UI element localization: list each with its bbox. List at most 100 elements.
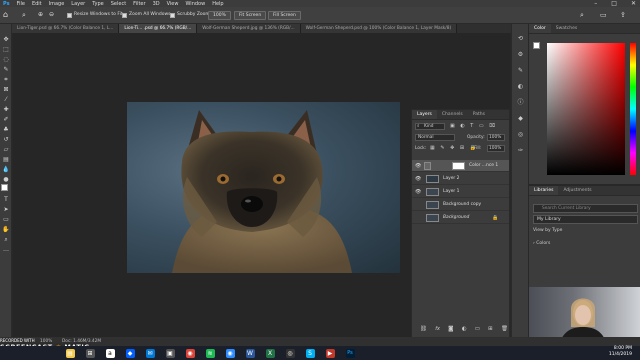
history-icon[interactable]: ⟲ bbox=[516, 34, 525, 43]
layers-panel-icon[interactable]: ◆ bbox=[516, 114, 525, 123]
layer-row-layer-1[interactable]: 👁 Layer 1 bbox=[412, 186, 509, 198]
fill-input[interactable]: 100% bbox=[487, 145, 505, 152]
scrubby-zoom-checkbox[interactable] bbox=[170, 13, 175, 18]
share-icon[interactable]: ⇪ bbox=[620, 11, 626, 19]
mask-icon[interactable]: ◙ bbox=[448, 326, 453, 334]
menu-filter[interactable]: Filter bbox=[133, 1, 145, 7]
workspace-icon[interactable]: ▭ bbox=[600, 11, 607, 19]
info-icon[interactable]: ⓘ bbox=[516, 98, 525, 107]
crop-tool-icon[interactable]: ⌗ bbox=[2, 76, 10, 84]
menu-help[interactable]: Help bbox=[212, 1, 223, 7]
layer-row-color-balance[interactable]: 👁 Color ...nce 1 bbox=[412, 160, 509, 172]
tab-libraries[interactable]: Libraries bbox=[529, 186, 559, 195]
hue-slider[interactable] bbox=[630, 43, 636, 175]
frame-tool-icon[interactable]: ⊠ bbox=[2, 86, 10, 94]
menu-edit[interactable]: Edit bbox=[32, 1, 42, 7]
layer-filter-kind[interactable]: ⌕ Kind bbox=[415, 123, 445, 130]
search-icon[interactable]: ⌕ bbox=[580, 11, 584, 20]
type-tool-icon[interactable]: T bbox=[2, 196, 10, 204]
layer-mask-thumb[interactable] bbox=[452, 162, 465, 170]
visibility-eye-icon[interactable]: 👁 bbox=[415, 199, 421, 211]
taskbar-media-icon[interactable]: ▶ bbox=[325, 348, 335, 358]
menu-image[interactable]: Image bbox=[49, 1, 65, 7]
taskbar-chrome-icon[interactable]: ◉ bbox=[185, 348, 195, 358]
properties-icon[interactable]: ⚙ bbox=[516, 50, 525, 59]
adjustment-icon[interactable]: ◐ bbox=[462, 326, 467, 334]
zoom-tool-icon[interactable]: ⌕ bbox=[22, 11, 26, 20]
path-select-tool-icon[interactable]: ➤ bbox=[2, 206, 10, 214]
tab-swatches[interactable]: Swatches bbox=[551, 24, 583, 33]
tab-layers[interactable]: Layers bbox=[412, 110, 437, 119]
trash-icon[interactable]: 🗑 bbox=[501, 326, 508, 334]
opacity-input[interactable]: 100% bbox=[487, 134, 505, 141]
tab-wolf-german-sheperd-psd[interactable]: Wolf-German Sheperd.psd @ 100% (Color Ba… bbox=[300, 24, 458, 33]
color-picker-field[interactable] bbox=[547, 43, 625, 175]
dog-photo-canvas[interactable] bbox=[127, 102, 400, 273]
zoom-100-button[interactable]: 100% bbox=[208, 11, 231, 20]
zoom-all-checkbox[interactable] bbox=[122, 13, 127, 18]
healing-brush-tool-icon[interactable]: ✚ bbox=[2, 106, 10, 114]
taskbar-mail-icon[interactable]: ✉ bbox=[145, 348, 155, 358]
maximize-button[interactable]: □ bbox=[611, 0, 617, 7]
colors-section-toggle[interactable]: › Colors bbox=[533, 241, 550, 246]
menu-file[interactable]: File bbox=[17, 1, 25, 7]
taskbar-word-icon[interactable]: W bbox=[245, 348, 255, 358]
brush-panel-icon[interactable]: ✎ bbox=[516, 66, 525, 75]
tab-color[interactable]: Color bbox=[529, 24, 551, 33]
tab-paths[interactable]: Paths bbox=[468, 110, 490, 119]
taskbar-store-icon[interactable]: ⊞ bbox=[85, 348, 95, 358]
hand-tool-icon[interactable]: ✋ bbox=[2, 226, 10, 234]
library-search-input[interactable]: Search Current Library bbox=[533, 204, 638, 213]
taskbar-explorer-icon[interactable]: ▤ bbox=[65, 348, 75, 358]
taskbar-steam-icon[interactable]: ◎ bbox=[285, 348, 295, 358]
menu-type[interactable]: Type bbox=[92, 1, 103, 7]
home-icon[interactable]: ⌂ bbox=[3, 10, 8, 19]
taskbar-app-icon[interactable]: ◉ bbox=[225, 348, 235, 358]
layer-row-layer-2[interactable]: 👁 Layer 2 bbox=[412, 173, 509, 185]
dodge-tool-icon[interactable]: ● bbox=[2, 176, 10, 184]
blend-mode-dropdown[interactable]: Normal bbox=[415, 134, 455, 141]
taskbar-dropbox-icon[interactable]: ◆ bbox=[125, 348, 135, 358]
close-button[interactable]: ✕ bbox=[631, 0, 636, 7]
lock-icons[interactable]: ▦ ✎ ✥ ⊞ 🔒 bbox=[430, 145, 478, 151]
gradient-tool-icon[interactable]: ▤ bbox=[2, 156, 10, 164]
history-brush-tool-icon[interactable]: ↺ bbox=[2, 136, 10, 144]
menu-view[interactable]: View bbox=[167, 1, 179, 7]
paths-icon[interactable]: ✑ bbox=[516, 146, 525, 155]
brush-tool-icon[interactable]: ✐ bbox=[2, 116, 10, 124]
taskbar-excel-icon[interactable]: X bbox=[265, 348, 275, 358]
tab-wolf-german-sheperd-jpg[interactable]: Wolf-German Sheperd.jpg @ 136% (RGB/... bbox=[197, 24, 301, 33]
foreground-color-swatch[interactable] bbox=[1, 184, 8, 191]
menu-window[interactable]: Window bbox=[185, 1, 205, 7]
foreground-swatch[interactable] bbox=[533, 42, 540, 49]
visibility-eye-icon[interactable]: 👁 bbox=[415, 212, 421, 224]
taskbar-photos-icon[interactable]: ▣ bbox=[165, 348, 175, 358]
taskbar-clock[interactable]: 8:00 PM 11/4/2019 bbox=[609, 346, 632, 358]
group-icon[interactable]: ▭ bbox=[475, 326, 480, 334]
quick-select-tool-icon[interactable]: ✎ bbox=[2, 66, 10, 74]
zoom-out-icon[interactable]: ⊖ bbox=[49, 11, 54, 18]
menu-layer[interactable]: Layer bbox=[71, 1, 85, 7]
taskbar-photoshop-icon[interactable]: Ps bbox=[345, 348, 355, 358]
resize-windows-checkbox[interactable] bbox=[67, 13, 72, 18]
new-layer-icon[interactable]: ⊞ bbox=[488, 326, 493, 334]
zoom-in-icon[interactable]: ⊕ bbox=[38, 11, 43, 18]
taskbar-skype-icon[interactable]: S bbox=[305, 348, 315, 358]
blur-tool-icon[interactable]: 💧 bbox=[2, 166, 10, 174]
layer-row-background-copy[interactable]: 👁 Background copy bbox=[412, 199, 509, 211]
layer-row-background[interactable]: 👁 Background 🔒 bbox=[412, 212, 509, 224]
move-tool-icon[interactable]: ✥ bbox=[2, 36, 10, 44]
visibility-eye-icon[interactable]: 👁 bbox=[415, 186, 421, 198]
clone-stamp-tool-icon[interactable]: ♣ bbox=[2, 126, 10, 134]
tab-adjustments[interactable]: Adjustments bbox=[558, 186, 596, 195]
eraser-tool-icon[interactable]: ▱ bbox=[2, 146, 10, 154]
link-icon[interactable]: ⛓ bbox=[420, 326, 427, 334]
shape-tool-icon[interactable]: ▭ bbox=[2, 216, 10, 224]
zoom-tool-sidebar-icon[interactable]: ⌕ bbox=[2, 236, 10, 244]
menu-ps-logo[interactable]: Ps bbox=[3, 1, 10, 7]
visibility-eye-icon[interactable]: 👁 bbox=[415, 173, 421, 185]
library-dropdown[interactable]: My Library bbox=[533, 215, 638, 224]
fit-screen-button[interactable]: Fit Screen bbox=[234, 11, 267, 20]
fill-screen-button[interactable]: Fill Screen bbox=[268, 11, 301, 20]
eyedropper-tool-icon[interactable]: ⁄ bbox=[2, 96, 10, 104]
